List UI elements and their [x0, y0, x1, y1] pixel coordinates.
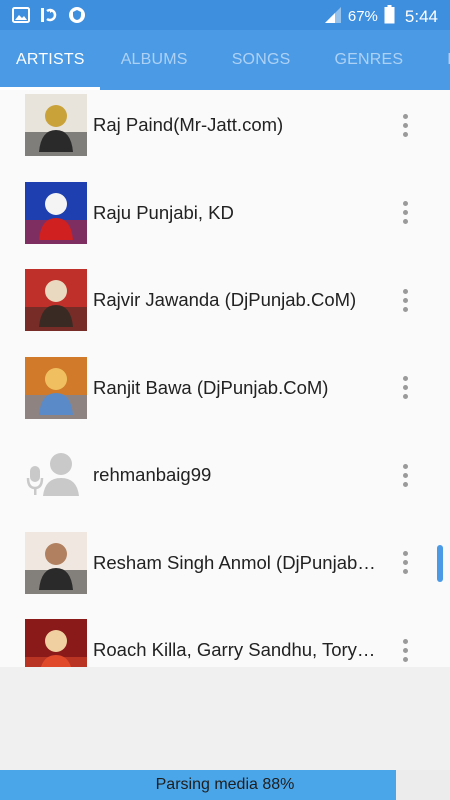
artist-name: Ranjit Bawa (DjPunjab.CoM): [93, 376, 329, 398]
shield-icon: [68, 6, 86, 29]
tab-artists[interactable]: ARTISTS: [0, 30, 99, 90]
scrollbar-thumb[interactable]: [437, 545, 443, 582]
tab-strip: ARTISTSALBUMSSONGSGENRESPLAYL: [0, 30, 450, 90]
more-options-icon[interactable]: [396, 455, 414, 495]
tab-genres[interactable]: GENRES: [312, 30, 425, 90]
artist-name: Raju Punjabi, KD: [93, 201, 234, 223]
album-art-image: [25, 356, 87, 419]
artist-row[interactable]: Ranjit Bawa (DjPunjab.CoM): [0, 345, 450, 432]
artist-row[interactable]: Raj Paind(Mr-Jatt.com): [0, 90, 450, 169]
more-options-icon[interactable]: [396, 543, 414, 583]
default-artist-icon: [25, 444, 87, 506]
clock: 5:44: [404, 6, 438, 26]
signal-icon: [324, 6, 342, 28]
more-options-icon[interactable]: [396, 193, 414, 233]
artist-name: Resham Singh Anmol (DjPunjab…: [93, 551, 376, 573]
album-art-image: [25, 94, 87, 156]
image-icon: [12, 7, 30, 28]
artist-name: Raj Paind(Mr-Jatt.com): [93, 114, 284, 135]
artist-row[interactable]: Roach Killa, Garry Sandhu, Tory…: [0, 607, 450, 667]
artist-row[interactable]: rehmanbaig99: [0, 432, 450, 519]
artist-row[interactable]: Raju Punjabi, KD: [0, 170, 450, 257]
progress-label: Parsing media 88%: [155, 776, 295, 793]
sync-icon: [40, 6, 58, 29]
artist-list[interactable]: Raj Paind(Mr-Jatt.com) Raju Punjabi, KD Ra…: [0, 90, 450, 667]
album-art-image: [25, 181, 87, 244]
tab-songs[interactable]: SONGS: [210, 30, 313, 90]
album-art-image: [25, 619, 87, 667]
more-options-icon[interactable]: [396, 105, 414, 145]
tab-bar: ARTISTSALBUMSSONGSGENRESPLAYL: [0, 30, 450, 90]
status-bar: 67% 5:44: [0, 0, 450, 30]
artist-name: rehmanbaig99: [93, 464, 212, 485]
artist-name: Roach Killa, Garry Sandhu, Tory…: [93, 639, 376, 660]
tab-playl[interactable]: PLAYL: [425, 30, 450, 90]
more-options-icon[interactable]: [396, 368, 414, 408]
album-art-image: [25, 531, 87, 594]
artist-row[interactable]: Resham Singh Anmol (DjPunjab…: [0, 520, 450, 607]
album-art-image: [25, 269, 87, 331]
artist-name: Rajvir Jawanda (DjPunjab.CoM): [93, 289, 357, 310]
parsing-progress-bar: Parsing media 88%: [0, 770, 450, 800]
more-options-icon[interactable]: [396, 630, 414, 667]
battery-icon: [384, 5, 395, 28]
battery-percent: 67%: [347, 8, 378, 25]
more-options-icon[interactable]: [396, 280, 414, 320]
tab-albums[interactable]: ALBUMS: [99, 30, 210, 90]
empty-area: [0, 667, 450, 770]
artist-row[interactable]: Rajvir Jawanda (DjPunjab.CoM): [0, 257, 450, 344]
